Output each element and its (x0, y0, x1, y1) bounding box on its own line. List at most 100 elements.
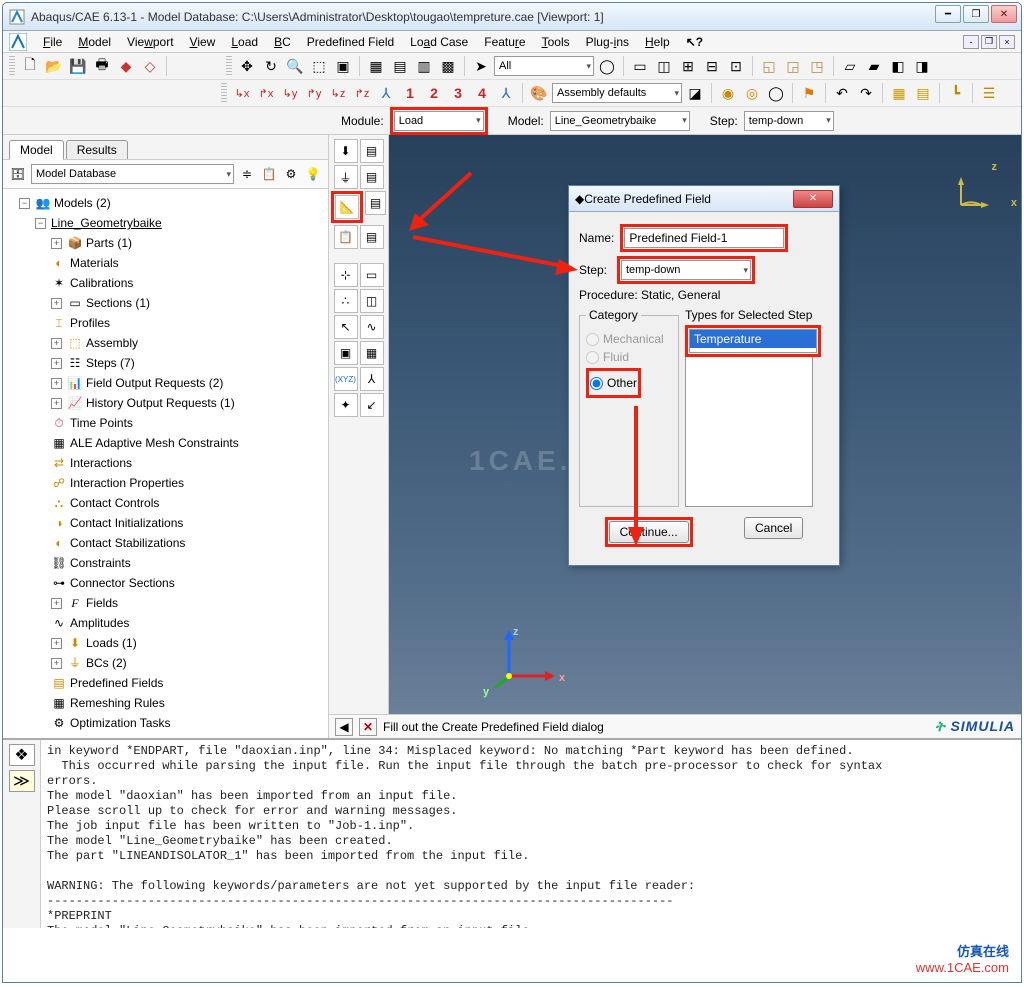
tb-set-icon[interactable]: ∴ (334, 289, 358, 313)
selection-combo[interactable]: All (494, 56, 594, 76)
tree-loads[interactable]: +⬇Loads (1) (5, 633, 326, 653)
inner-minimize-button[interactable]: - (963, 35, 979, 49)
tb-anal2-icon[interactable]: ▦ (360, 341, 384, 365)
copy-icon[interactable]: 📋 (260, 165, 278, 183)
render-combo[interactable]: Assembly defaults (552, 83, 682, 103)
tree-remesh[interactable]: ▦Remeshing Rules (5, 693, 326, 713)
view-1-button[interactable]: 1 (399, 82, 421, 104)
box3-icon[interactable]: ◧ (887, 55, 909, 77)
axis-y-icon[interactable]: ↱x (255, 82, 277, 104)
yel2-icon[interactable]: ▤ (912, 82, 934, 104)
db2-icon[interactable]: ◇ (139, 55, 161, 77)
inner-close-button[interactable]: × (999, 35, 1015, 49)
vp2-icon[interactable]: ◫ (653, 55, 675, 77)
tb-anal-icon[interactable]: ▣ (334, 341, 358, 365)
yel1-icon[interactable]: ▦ (888, 82, 910, 104)
dialog-titlebar[interactable]: ◆ Create Predefined Field ✕ (569, 186, 839, 212)
stack-icon[interactable]: ☰ (978, 82, 1000, 104)
tb-manager-icon[interactable]: ▤ (360, 139, 384, 163)
lasso-icon[interactable]: ◯ (596, 55, 618, 77)
view-4-button[interactable]: 4 (471, 82, 493, 104)
box1-icon[interactable]: ▱ (839, 55, 861, 77)
pointer-icon[interactable]: ➤ (470, 55, 492, 77)
msg-info-icon[interactable]: ❖ (9, 744, 35, 766)
tb-case-mgr-icon[interactable]: ▤ (360, 225, 384, 249)
tb-bc-icon[interactable]: ⏚ (334, 165, 358, 189)
cancel-button[interactable]: Cancel (744, 517, 803, 539)
tree-for[interactable]: +📊Field Output Requests (2) (5, 373, 326, 393)
pan-icon[interactable]: ✥ (236, 55, 258, 77)
view-3-button[interactable]: 3 (447, 82, 469, 104)
tb-csys-icon[interactable]: ⅄ (360, 367, 384, 391)
tree-profiles[interactable]: ⌶Profiles (5, 313, 326, 333)
tree-cinit[interactable]: ◑Contact Initializations (5, 513, 326, 533)
tree-constr[interactable]: ⛓Constraints (5, 553, 326, 573)
msg-cli-icon[interactable]: ≫ (9, 770, 35, 792)
tree-calib[interactable]: ✶Calibrations (5, 273, 326, 293)
zoom-box-icon[interactable]: ⬚ (308, 55, 330, 77)
vp5-icon[interactable]: ⊡ (725, 55, 747, 77)
tree-materials[interactable]: ◐Materials (5, 253, 326, 273)
tb-bc-mgr-icon[interactable]: ▤ (360, 165, 384, 189)
tb-predefined-icon[interactable]: 📐 (335, 195, 359, 219)
module-combo[interactable]: Load (394, 111, 484, 131)
tab-results[interactable]: Results (66, 140, 128, 159)
name-input[interactable] (624, 228, 784, 248)
triad2-icon[interactable]: ⅄ (495, 82, 517, 104)
tree-hor[interactable]: +📈History Output Requests (1) (5, 393, 326, 413)
menu-predefined[interactable]: Predefined Field (301, 33, 400, 51)
tree-ale[interactable]: ▦ALE Adaptive Mesh Constraints (5, 433, 326, 453)
tb-part-icon[interactable]: ▭ (360, 263, 384, 287)
dlg-step-combo[interactable]: temp-down (621, 260, 751, 280)
tree-sketch[interactable]: ✎Sketches (5, 733, 326, 738)
grid3-icon[interactable]: ▥ (413, 55, 435, 77)
tb-pf-mgr-icon[interactable]: ▤ (365, 191, 386, 215)
menu-model[interactable]: Model (72, 33, 117, 51)
tree-assembly[interactable]: +⬚Assembly (5, 333, 326, 353)
tb-surf-icon[interactable]: ◫ (360, 289, 384, 313)
grid2-icon[interactable]: ▤ (389, 55, 411, 77)
type-temperature[interactable]: Temperature (690, 330, 816, 348)
print-icon[interactable]: 🖶 (91, 55, 113, 77)
step-combo[interactable]: temp-down (744, 111, 834, 131)
minimize-button[interactable]: ━ (935, 5, 961, 23)
open-icon[interactable]: 📂 (43, 55, 65, 77)
menu-tools[interactable]: Tools (536, 33, 576, 51)
view-2-button[interactable]: 2 (423, 82, 445, 104)
cat-other-radio[interactable] (590, 377, 603, 390)
message-text[interactable]: in keyword *ENDPART, file "daoxian.inp",… (41, 740, 1021, 928)
prompt-cancel-icon[interactable]: ✕ (359, 718, 377, 736)
box2-icon[interactable]: ▰ (863, 55, 885, 77)
menu-file[interactable]: File (37, 33, 68, 51)
grid1-icon[interactable]: ▦ (365, 55, 387, 77)
undo-icon[interactable]: ↶ (831, 82, 853, 104)
palette-icon[interactable]: 🎨 (528, 82, 550, 104)
tb-datum-icon[interactable]: ⊹ (334, 263, 358, 287)
tree-line-geom[interactable]: −Line_Geometrybaike (5, 213, 326, 233)
circ2-icon[interactable]: ◎ (741, 82, 763, 104)
filter-icon[interactable]: ≑ (238, 165, 256, 183)
menu-loadcase[interactable]: Load Case (404, 33, 474, 51)
close-button[interactable]: ✕ (991, 5, 1017, 23)
box4-icon[interactable]: ◨ (911, 55, 933, 77)
maximize-button[interactable]: ❐ (963, 5, 989, 23)
tree-tp[interactable]: ⏱Time Points (5, 413, 326, 433)
tree-conn[interactable]: ⊶Connector Sections (5, 573, 326, 593)
tree-amp[interactable]: ∿Amplitudes (5, 613, 326, 633)
menu-plugins[interactable]: Plug-ins (580, 33, 635, 51)
circ3-icon[interactable]: ◯ (765, 82, 787, 104)
axis-z2-icon[interactable]: ↱z (351, 82, 373, 104)
tree-opt[interactable]: ⚙Optimization Tasks (5, 713, 326, 733)
tree-cctrl[interactable]: ⛬Contact Controls (5, 493, 326, 513)
inner-restore-button[interactable]: ❐ (981, 35, 997, 49)
axis-y2-icon[interactable]: ↳y (279, 82, 301, 104)
context-help-icon[interactable]: ↖? (680, 33, 709, 51)
fit-icon[interactable]: ▣ (332, 55, 354, 77)
rotate-icon[interactable]: ↻ (260, 55, 282, 77)
new-icon[interactable]: 🗋 (19, 55, 41, 77)
tb-amp-icon[interactable]: ∿ (360, 315, 384, 339)
prompt-back-icon[interactable]: ◀ (335, 718, 353, 736)
tree-pf[interactable]: ▤Predefined Fields (5, 673, 326, 693)
cat-other[interactable]: Other (590, 376, 637, 390)
tree-fields[interactable]: +FFields (5, 593, 326, 613)
